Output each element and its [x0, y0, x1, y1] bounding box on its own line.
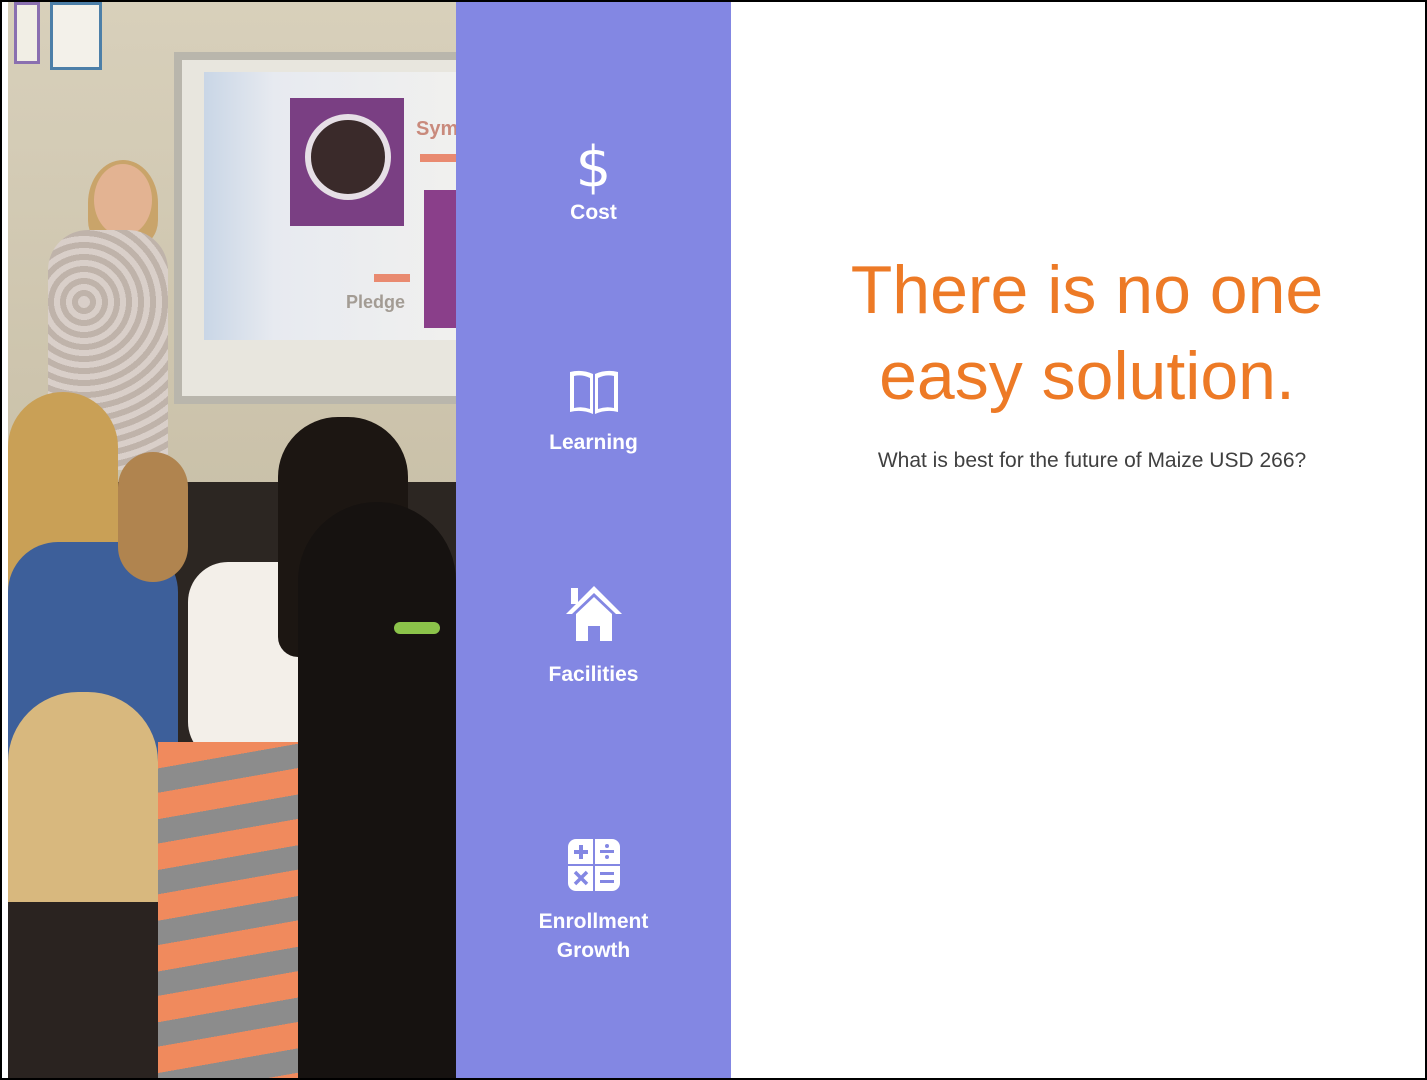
photo-hair-band [394, 622, 440, 634]
topic-enrollment-label-line1: Enrollment [538, 910, 649, 933]
topic-cost-label: Cost [570, 201, 617, 224]
slide-subtitle: What is best for the future of Maize USD… [877, 449, 1307, 472]
topic-learning-label: Learning [549, 431, 638, 454]
slide-title-line2: easy solution. [879, 338, 1295, 414]
photo-screen-arrow [420, 154, 456, 162]
dollar-icon: $ [575, 135, 612, 200]
photo-teacher-head [94, 164, 152, 236]
photo-student [118, 452, 188, 582]
calculator-icon [567, 839, 620, 891]
topic-facilities: Facilities [456, 584, 731, 689]
topic-facilities-label: Facilities [548, 663, 639, 686]
photo-screen-box [424, 190, 456, 328]
photo-wall-frame [50, 2, 102, 70]
photo-student [298, 502, 456, 1078]
hand-logo-icon [305, 114, 391, 200]
photo-wall-frame [14, 2, 40, 64]
topic-enrollment-growth: Enrollment Growth [456, 839, 731, 965]
book-icon [569, 370, 618, 414]
classroom-photo: Sym Pledge [8, 2, 456, 1078]
topic-learning: Learning [456, 368, 731, 457]
slide-title-line1: There is no one [850, 252, 1324, 328]
topic-enrollment-label-line2: Growth [556, 939, 631, 962]
house-icon [565, 586, 622, 641]
photo-screen-text: Sym [416, 118, 456, 140]
topic-cost: $ Cost [456, 138, 731, 227]
slide-title: There is no one easy solution. [772, 247, 1402, 419]
photo-shadow [8, 902, 158, 1078]
photo-screen-arrow [374, 274, 410, 282]
photo-screen-text: Pledge [346, 292, 406, 312]
topic-sidebar: $ Cost Learning Facilities Enrollment Gr… [456, 2, 731, 1078]
slide: Sym Pledge $ Cost Learning Facilities En… [0, 0, 1427, 1080]
